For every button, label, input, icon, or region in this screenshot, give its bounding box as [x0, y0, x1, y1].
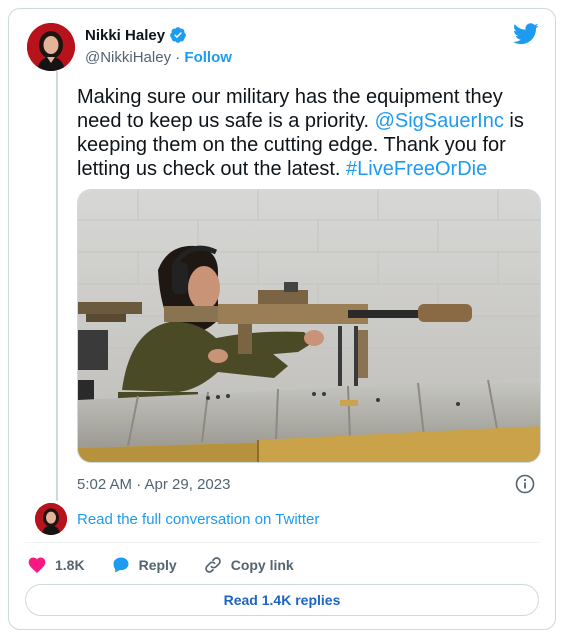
twitter-bird-icon[interactable] — [513, 23, 539, 45]
like-button[interactable]: 1.8K — [27, 555, 85, 575]
tweet-text: Making sure our military has the equipme… — [77, 85, 537, 181]
handle-separator: · — [171, 49, 185, 66]
hashtag-link[interactable]: #LiveFreeOrDie — [346, 158, 487, 180]
author-avatar-small — [35, 503, 67, 535]
read-replies-button[interactable]: Read 1.4K replies — [25, 584, 539, 616]
info-icon[interactable] — [515, 474, 535, 494]
tweet-media-image[interactable] — [77, 189, 541, 463]
copy-link-label: Copy link — [230, 557, 294, 573]
verified-badge-icon — [170, 27, 186, 43]
divider — [25, 542, 539, 543]
copy-link-button[interactable]: Copy link — [203, 555, 294, 575]
author-handle-row: @NikkiHaley · Follow — [85, 49, 232, 66]
author-avatar[interactable] — [27, 23, 75, 71]
reply-button[interactable]: Reply — [111, 555, 177, 575]
thread-line — [56, 71, 58, 501]
follow-button[interactable]: Follow — [184, 49, 232, 66]
copy-link-icon — [204, 557, 221, 573]
reply-label: Reply — [138, 557, 177, 573]
author-handle[interactable]: @NikkiHaley — [85, 49, 171, 66]
like-count: 1.8K — [55, 557, 85, 573]
heart-icon — [28, 557, 46, 573]
read-full-conversation-link[interactable]: Read the full conversation on Twitter — [77, 511, 319, 528]
author-name-row: Nikki Haley — [85, 26, 187, 44]
mention-link[interactable]: @SigSauerInc — [375, 110, 504, 132]
tweet-timestamp[interactable]: 5:02 AM · Apr 29, 2023 — [77, 476, 230, 493]
author-display-name[interactable]: Nikki Haley — [85, 27, 165, 44]
tweet-actions: 1.8K Reply Copy link — [27, 554, 320, 576]
embedded-tweet-card: Nikki Haley @NikkiHaley · Follow Making … — [8, 8, 556, 630]
reply-bubble-icon — [113, 557, 129, 573]
